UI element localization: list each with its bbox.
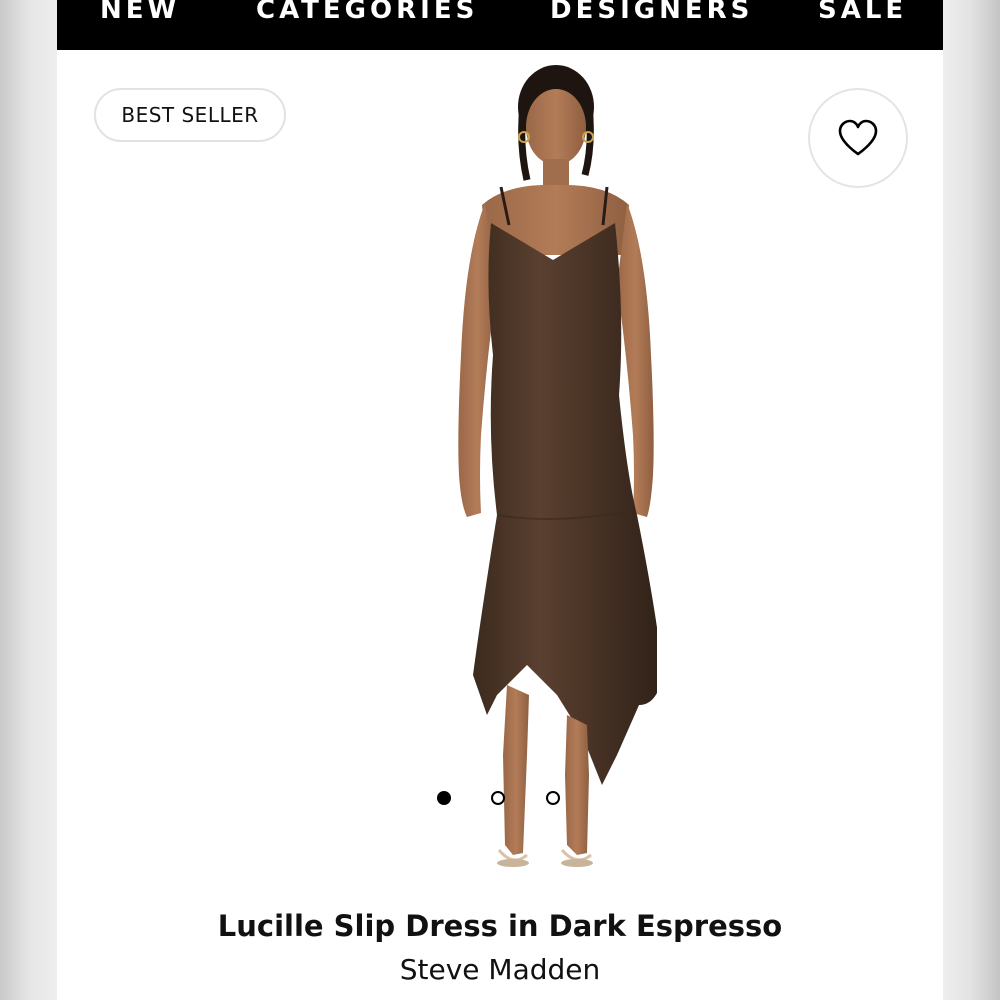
product-brand[interactable]: Steve Madden xyxy=(57,950,943,990)
top-navigation-bar: NEW CATEGORIES DESIGNERS SALE xyxy=(57,0,943,50)
product-image[interactable] xyxy=(357,55,663,895)
nav-item-categories[interactable]: CATEGORIES xyxy=(256,0,478,28)
carousel-dot-1[interactable] xyxy=(437,791,451,805)
favorite-button[interactable] xyxy=(808,88,908,188)
model-illustration xyxy=(458,65,663,867)
carousel-dot-2[interactable] xyxy=(491,791,505,805)
nav-item-sale[interactable]: SALE xyxy=(818,0,907,28)
carousel-dot-3[interactable] xyxy=(546,791,560,805)
product-page: NEW CATEGORIES DESIGNERS SALE BEST SELLE… xyxy=(57,0,943,1000)
nav-item-new[interactable]: NEW xyxy=(100,0,180,28)
product-title[interactable]: Lucille Slip Dress in Dark Espresso xyxy=(57,906,943,946)
heart-outline-icon xyxy=(838,119,878,156)
image-carousel-indicator xyxy=(434,790,564,810)
best-seller-badge: BEST SELLER xyxy=(94,88,286,142)
badge-label: BEST SELLER xyxy=(121,103,259,127)
nav-item-designers[interactable]: DESIGNERS xyxy=(550,0,753,28)
